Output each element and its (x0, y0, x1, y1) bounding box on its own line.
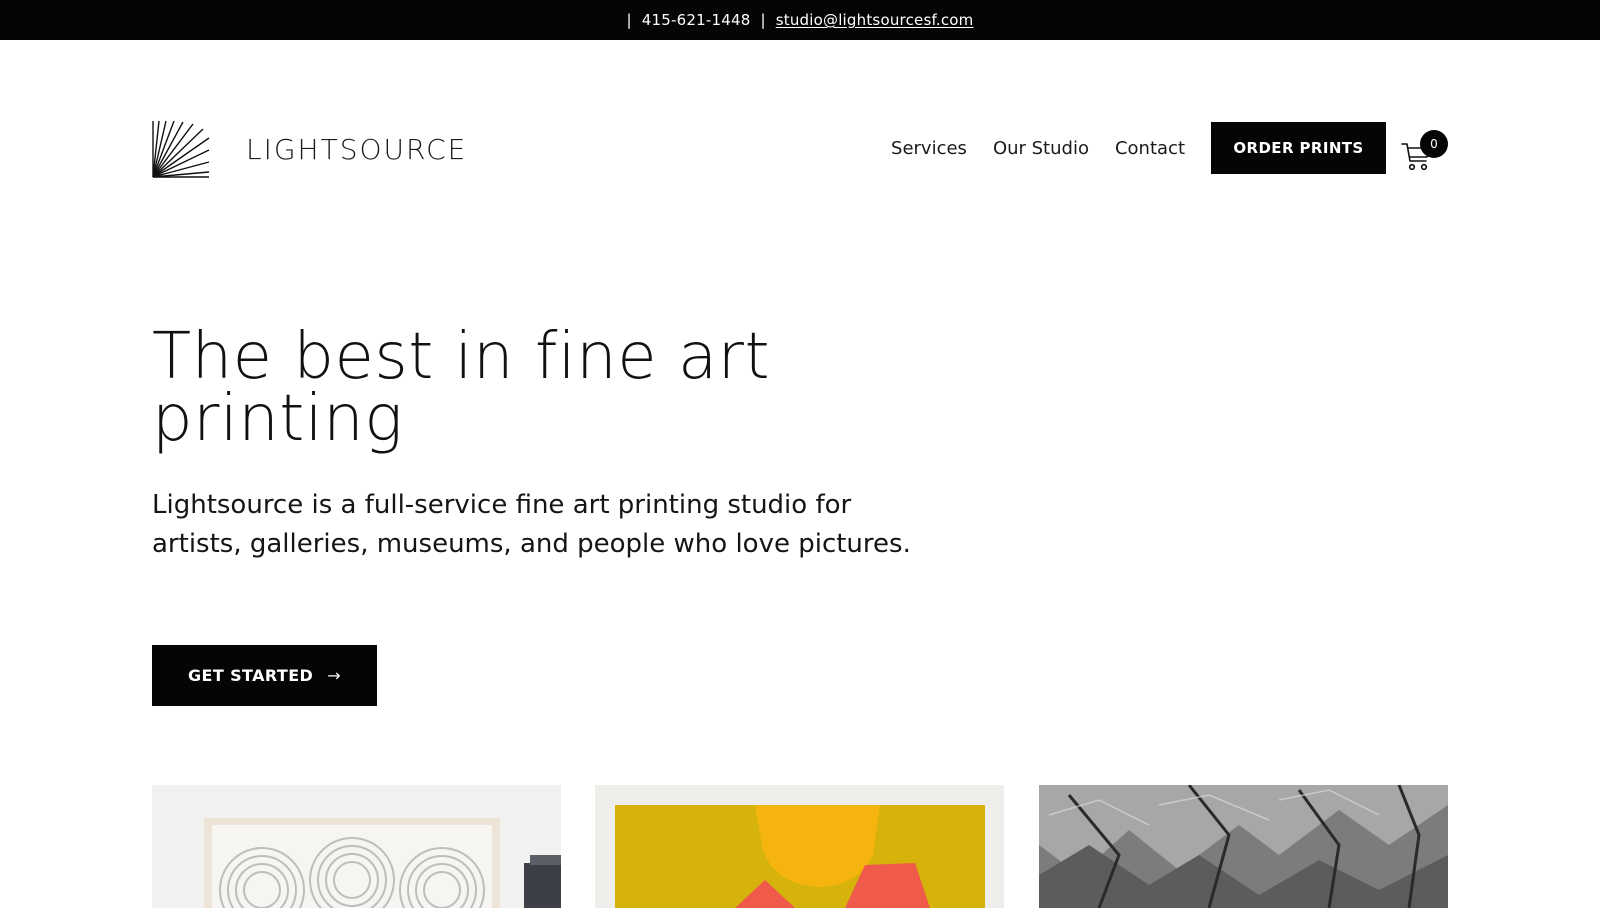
get-started-label: GET STARTED (187, 666, 314, 685)
gallery-card-mountain-photo[interactable] (1039, 785, 1448, 908)
gallery-card-yellow-print[interactable] (595, 785, 1004, 908)
hero-title: The best in fine art printing (152, 320, 771, 456)
cart-button[interactable]: 0 (1400, 122, 1448, 174)
nav-item-contact[interactable]: Contact (1115, 138, 1185, 159)
hero-description: Lightsource is a full-service fine art p… (152, 490, 911, 559)
top-contact-bar: | 415-621-1448 | studio@lightsourcesf.co… (0, 0, 1600, 40)
get-started-button[interactable]: GET STARTED → (152, 645, 377, 706)
yellow-abstract-print-image (595, 785, 1004, 908)
brand-name: LIGHTSOURCE (246, 132, 468, 166)
email-link[interactable]: studio@lightsourcesf.com (776, 11, 974, 29)
nav-item-our-studio[interactable]: Our Studio (993, 138, 1089, 159)
brand-logo[interactable]: LIGHTSOURCE (152, 120, 467, 178)
gallery-card-framed-print[interactable] (152, 785, 561, 908)
order-prints-button[interactable]: ORDER PRINTS (1211, 122, 1386, 174)
separator-left: | (626, 11, 632, 29)
phone-number[interactable]: 415-621-1448 (642, 11, 751, 29)
phone-line: | 415-621-1448 | (627, 11, 776, 29)
sunburst-lines-icon (152, 120, 210, 178)
site-header: LIGHTSOURCE Services Our Studio Contact … (152, 120, 1448, 178)
separator-right: | (760, 11, 766, 29)
framed-swirl-print-image (152, 785, 561, 908)
arrow-right-icon: → (327, 666, 342, 685)
nav-item-services[interactable]: Services (891, 138, 967, 159)
mountain-landscape-photo-image (1039, 785, 1448, 908)
main-nav: Services Our Studio Contact ORDER PRINTS… (891, 122, 1448, 174)
gallery-row (152, 785, 1448, 908)
cart-count-badge: 0 (1420, 130, 1448, 158)
